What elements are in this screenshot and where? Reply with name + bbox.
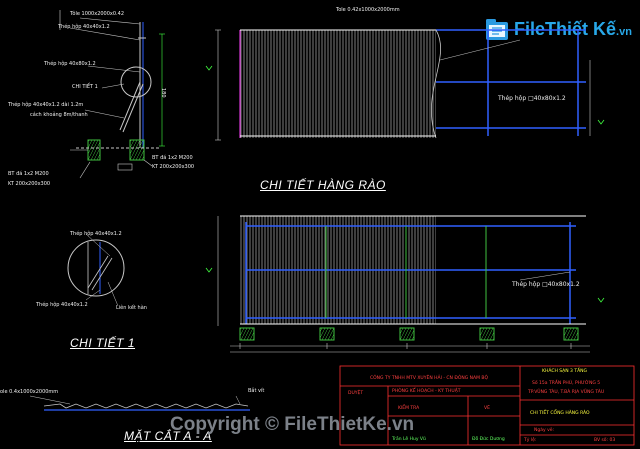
section-aa-view	[29, 395, 250, 411]
label-bt-right-2: KT 200x200x300	[152, 164, 195, 170]
tb-dept: PHÒNG KẾ HOẠCH - KỸ THUẬT	[392, 389, 461, 394]
tb-date-label: Ngày vẽ:	[534, 428, 555, 433]
tb-scale-label: Tỷ lệ:	[524, 438, 537, 443]
tb-drawing-title: CHI TIẾT CỔNG HÀNG RÀO	[530, 411, 590, 416]
label-box-40x80: Thép hộp 40x80x1.2	[44, 61, 96, 67]
label-d1-weld: Liên kết hàn	[116, 305, 147, 311]
label-elev-box-bottom: Thép hộp □40x80x1.2	[512, 281, 580, 288]
label-brace: Thép hộp 40x40x1.2 dài 1.2m	[8, 102, 84, 108]
tb-sheet-no: BV số: 03	[594, 438, 616, 443]
tb-address1: Số 15a TRẦN PHÚ, PHƯỜNG 5	[532, 381, 601, 386]
label-d1-box-bottom: Thép hộp 40x40x1.2	[36, 302, 88, 308]
fence-section-view	[59, 10, 165, 179]
detail-1-view	[67, 233, 125, 307]
heading-detail-1: CHI TIẾT 1	[70, 336, 136, 350]
tb-drafter: Đỗ Đức Dương	[472, 437, 505, 442]
tb-checker: Trần Lê Huy Vũ	[392, 437, 426, 442]
tb-company: CÔNG TY TNHH MTV XUYÊN HẢI - CN ĐÔNG NAM…	[370, 376, 489, 381]
fence-elevation-top	[205, 29, 605, 141]
tb-project: KHÁCH SẠN 3 TẦNG	[542, 369, 587, 374]
label-sheet-top: Tôle 1000x2000x0.42	[70, 11, 125, 17]
label-brace-note: cách khoảng 8m/thanh	[30, 112, 88, 118]
copyright-watermark: Copyright © FileThietKe.vn	[170, 414, 415, 435]
label-sec-bolt: Bắt vít	[248, 388, 265, 394]
tb-address2: TP.VŨNG TÀU, T.BÀ RỊA VŨNG TÀU	[528, 390, 605, 395]
label-bt-left-2: KT 200x200x300	[8, 181, 51, 187]
tb-approve: DUYỆT	[348, 391, 364, 396]
label-box-40x40: Thép hộp 40x40x1.2	[58, 24, 110, 30]
heading-fence-detail: CHI TIẾT HÀNG RÀO	[260, 178, 386, 192]
label-d1-box-top: Thép hộp 40x40x1.2	[70, 231, 122, 237]
label-detail1-marker: CHI TIẾT 1	[72, 84, 98, 90]
tb-draw: VẼ	[484, 406, 490, 411]
label-elev-sheet: Tole 0.42x1000x2000mm	[336, 7, 400, 13]
label-dim-h: 180	[160, 88, 166, 98]
tb-check: KIỂM TRA	[398, 406, 420, 411]
label-bt-right-1: BT đá 1x2 M200	[152, 155, 193, 161]
label-sec-sheet: ole 0.4x1000x2000mm	[0, 389, 59, 395]
label-bt-left-1: BT đá 1x2 M200	[8, 171, 49, 177]
label-elev-box-top: Thép hộp □40x80x1.2	[498, 95, 566, 102]
